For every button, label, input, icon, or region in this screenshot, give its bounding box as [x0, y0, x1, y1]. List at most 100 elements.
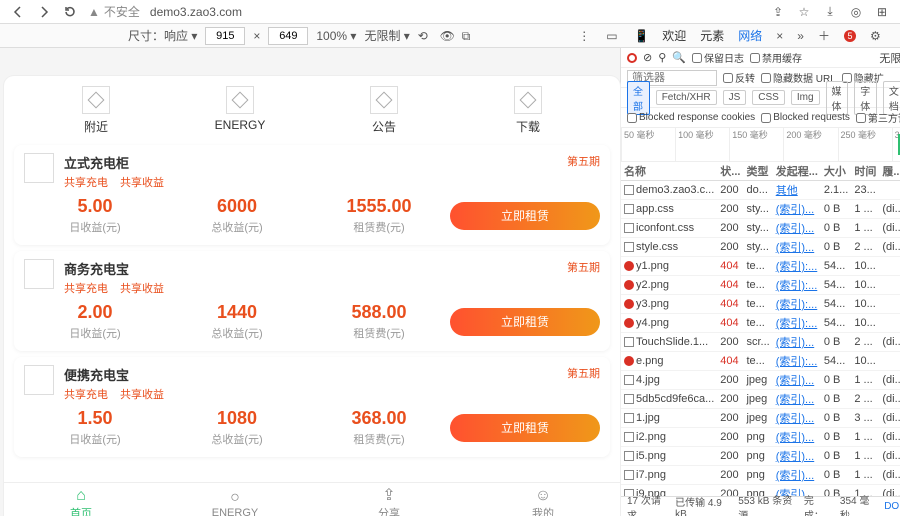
network-row[interactable]: i5.png200png(索引)...0 B1 ...(di... — [621, 447, 900, 466]
column-header-initiator[interactable]: 发起程... — [773, 162, 821, 181]
responsive-size-label[interactable]: 尺寸：响应 ▾ — [128, 27, 197, 44]
tabbar-item-1[interactable]: ○ENERGY — [158, 483, 312, 516]
url-text[interactable]: demo3.zao3.com — [150, 5, 242, 19]
network-row[interactable]: y4.png404te...(索引):...54...10... — [621, 314, 900, 333]
network-row[interactable]: e.png404te...(索引):...54...10... — [621, 352, 900, 371]
network-row[interactable]: i7.png200png(索引)...0 B1 ...(di... — [621, 466, 900, 485]
search-icon[interactable]: 🔍 — [672, 51, 686, 64]
back-icon[interactable] — [10, 4, 26, 20]
hide-data-url-checkbox[interactable]: 隐藏数据 URL — [761, 70, 836, 85]
cell-initiator[interactable]: (索引)... — [773, 390, 821, 409]
profile-icon[interactable]: ◎ — [848, 4, 864, 20]
timeline-ruler[interactable]: 50 毫秒100 毫秒150 毫秒200 毫秒250 毫秒300 毫秒 — [621, 128, 900, 162]
filter-css[interactable]: CSS — [752, 90, 785, 105]
close-tab-icon[interactable]: × — [776, 29, 783, 43]
share-icon[interactable]: ⇪ — [770, 4, 786, 20]
tabbar-item-0[interactable]: ⌂首页 — [4, 483, 158, 516]
filter-js[interactable]: JS — [723, 90, 747, 105]
cell-initiator[interactable]: (索引)... — [773, 447, 821, 466]
cell-initiator[interactable]: (索引):... — [773, 257, 821, 276]
network-table[interactable]: 名称状...类型发起程...大小时间履...时间线 demo3.zao3.c..… — [621, 162, 900, 496]
cell-initiator[interactable]: (索引):... — [773, 352, 821, 371]
devtools-device-bar: 尺寸：响应 ▾ × 100% ▾ 无限制 ▾ ⟲ 👁 ⧉ ⋮ ▭ 📱 欢迎 元素… — [0, 24, 900, 48]
cell-initiator[interactable]: (索引)... — [773, 428, 821, 447]
phase-badge: 第五期 — [567, 259, 600, 275]
preserve-log-checkbox[interactable]: 保留日志 — [692, 50, 744, 65]
filter-fetch[interactable]: Fetch/XHR — [656, 90, 717, 105]
screenshot-icon[interactable]: ⧉ — [462, 29, 476, 43]
security-warning[interactable]: ▲ 不安全 — [88, 3, 140, 20]
error-count-badge[interactable]: 5 — [844, 30, 856, 42]
cell-initiator[interactable]: (索引)... — [773, 333, 821, 352]
cell-initiator[interactable]: (索引)... — [773, 238, 821, 257]
inspect-icon[interactable]: ▭ — [606, 29, 620, 43]
cell-initiator[interactable]: (索引)... — [773, 371, 821, 390]
rent-button[interactable]: 立即租赁 — [450, 414, 600, 442]
column-header-type[interactable]: 类型 — [743, 162, 772, 181]
network-row[interactable]: y3.png404te...(索引):...54...10... — [621, 295, 900, 314]
column-header-cache[interactable]: 履... — [879, 162, 900, 181]
cell-initiator[interactable]: (索引)... — [773, 200, 821, 219]
throttle-network-select[interactable]: 无限制 — [879, 50, 900, 66]
cell-size: 54... — [821, 276, 851, 295]
network-row[interactable]: TouchSlide.1...200scr...(索引)...0 B2 ...(… — [621, 333, 900, 352]
nav-item-1[interactable]: ENERGY — [195, 86, 285, 135]
download-icon[interactable]: ⤓ — [822, 4, 838, 20]
clear-icon[interactable]: ⊘ — [643, 51, 652, 64]
add-tab-icon[interactable]: ＋ — [818, 27, 830, 44]
column-header-time[interactable]: 时间 — [851, 162, 879, 181]
rent-button[interactable]: 立即租赁 — [450, 202, 600, 230]
column-header-size[interactable]: 大小 — [821, 162, 851, 181]
cell-initiator[interactable]: (索引):... — [773, 276, 821, 295]
tab-network[interactable]: 网络 — [738, 27, 762, 44]
forward-icon[interactable] — [36, 4, 52, 20]
network-row[interactable]: iconfont.css200sty...(索引)...0 B1 ...(di.… — [621, 219, 900, 238]
cell-initiator[interactable]: (索引)... — [773, 219, 821, 238]
filter-icon[interactable]: ⚲ — [658, 51, 666, 64]
nav-item-3[interactable]: 下载 — [483, 86, 573, 135]
star-icon[interactable]: ☆ — [796, 4, 812, 20]
network-row[interactable]: y1.png404te...(索引):...54...10... — [621, 257, 900, 276]
viewport-height-input[interactable] — [268, 27, 308, 45]
zoom-level[interactable]: 100% ▾ — [316, 29, 356, 43]
column-header-name[interactable]: 名称 — [621, 162, 717, 181]
reload-icon[interactable] — [62, 4, 78, 20]
device-icon[interactable]: 📱 — [634, 29, 648, 43]
network-row[interactable]: style.css200sty...(索引)...0 B2 ...(di... — [621, 238, 900, 257]
extensions-icon[interactable]: ⊞ — [874, 4, 890, 20]
column-header-status[interactable]: 状... — [717, 162, 743, 181]
network-row[interactable]: demo3.zao3.c...200do...其他2.1...23... — [621, 181, 900, 200]
cell-initiator[interactable]: (索引)... — [773, 466, 821, 485]
invert-checkbox[interactable]: 反转 — [723, 70, 755, 85]
network-row[interactable]: i2.png200png(索引)...0 B1 ...(di... — [621, 428, 900, 447]
tabbar-item-2[interactable]: ⇪分享 — [312, 483, 466, 516]
third-party-checkbox[interactable]: 第三方请求 — [856, 110, 900, 125]
rent-button[interactable]: 立即租赁 — [450, 308, 600, 336]
blocked-response-cookies-checkbox[interactable]: Blocked response cookies — [627, 112, 755, 123]
blocked-requests-checkbox[interactable]: Blocked requests — [761, 112, 850, 123]
cell-initiator[interactable]: 其他 — [773, 181, 821, 200]
network-row[interactable]: app.css200sty...(索引)...0 B1 ...(di... — [621, 200, 900, 219]
viewport-width-input[interactable] — [205, 27, 245, 45]
eye-icon[interactable]: 👁 — [440, 29, 454, 43]
network-row[interactable]: 4.jpg200jpeg(索引)...0 B1 ...(di... — [621, 371, 900, 390]
filter-img[interactable]: Img — [791, 90, 820, 105]
tabbar-item-3[interactable]: ☺我的 — [466, 483, 620, 516]
nav-item-2[interactable]: 公告 — [339, 86, 429, 135]
network-row[interactable]: 5db5cd9fe6ca...200jpeg(索引)...0 B2 ...(di… — [621, 390, 900, 409]
record-icon[interactable] — [627, 53, 637, 63]
kebab-icon[interactable]: ⋮ — [578, 29, 592, 43]
tab-elements[interactable]: 元素 — [700, 27, 724, 44]
throttle-select[interactable]: 无限制 ▾ — [364, 27, 409, 44]
tabs-more-icon[interactable]: » — [797, 29, 804, 43]
disable-cache-checkbox[interactable]: 禁用缓存 — [750, 50, 802, 65]
gear-icon[interactable]: ⚙ — [870, 29, 884, 43]
cell-initiator[interactable]: (索引):... — [773, 295, 821, 314]
cell-initiator[interactable]: (索引)... — [773, 409, 821, 428]
network-row[interactable]: 1.jpg200jpeg(索引)...0 B3 ...(di... — [621, 409, 900, 428]
tab-welcome[interactable]: 欢迎 — [662, 27, 686, 44]
nav-item-0[interactable]: 附近 — [51, 86, 141, 135]
cell-initiator[interactable]: (索引):... — [773, 314, 821, 333]
rotate-icon[interactable]: ⟲ — [418, 29, 432, 43]
network-row[interactable]: y2.png404te...(索引):...54...10... — [621, 276, 900, 295]
